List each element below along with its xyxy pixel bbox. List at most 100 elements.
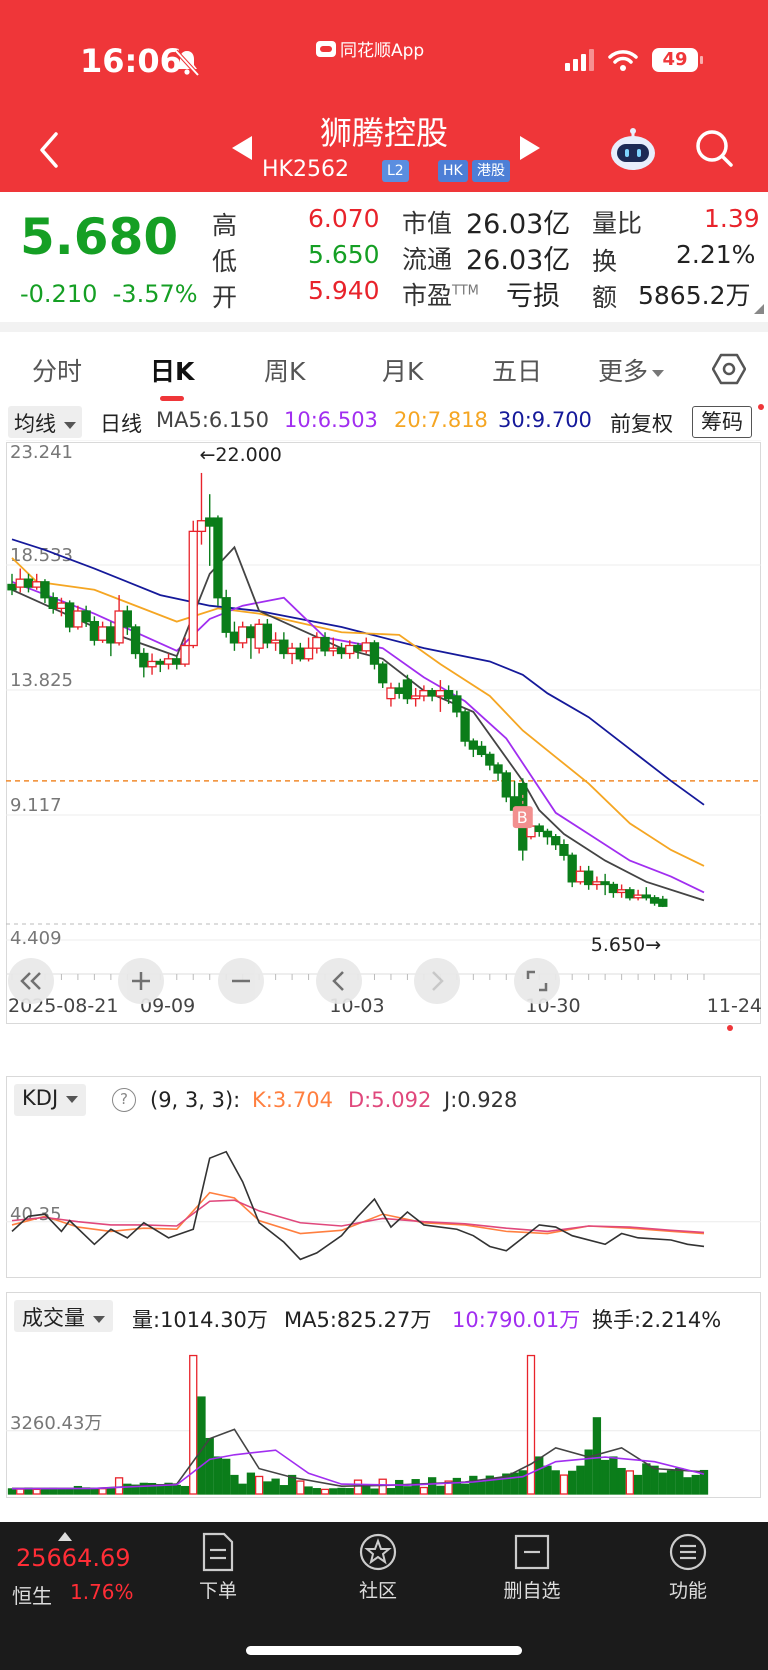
signal-icon — [565, 49, 594, 71]
volume-bar — [395, 1479, 404, 1495]
volume-bar — [469, 1475, 478, 1495]
robot-assistant-icon[interactable] — [608, 128, 658, 172]
price-change: -0.210 -3.57% — [20, 280, 198, 308]
tab-monthly-k[interactable]: 月K — [382, 352, 423, 388]
indicator-select[interactable]: 均线 — [8, 406, 82, 438]
tab-daily-k[interactable]: 日K — [150, 352, 194, 388]
next-button[interactable] — [414, 958, 460, 1004]
volume-bar — [40, 1488, 50, 1495]
candle — [542, 830, 553, 838]
candle — [254, 623, 264, 649]
ma20-label: 20:7.818 — [394, 408, 488, 432]
zoom-in-button[interactable] — [118, 958, 164, 1004]
y-tick-label: 4.409 — [10, 928, 62, 949]
chips-button[interactable]: 筹码 — [692, 406, 752, 438]
turnover-rate-label: 换手:2.214% — [592, 1308, 722, 1332]
volume-bar — [650, 1465, 659, 1495]
nav-community[interactable]: 社区 — [328, 1532, 428, 1603]
zoom-out-button[interactable] — [218, 958, 264, 1004]
kdj-chart[interactable]: 40.35 — [0, 1120, 768, 1278]
candle — [592, 881, 602, 886]
fullscreen-button[interactable] — [514, 958, 560, 1004]
volume-ma5-label: MA5:825.27万 — [284, 1308, 432, 1332]
volume-bar — [452, 1477, 462, 1495]
candle — [493, 764, 503, 774]
candle — [73, 610, 83, 628]
candle — [402, 679, 413, 700]
candle — [7, 583, 17, 591]
candle — [641, 894, 651, 899]
candle — [567, 854, 577, 883]
tab-five-day[interactable]: 五日 — [492, 352, 542, 388]
candle — [419, 690, 429, 697]
chart-settings-icon[interactable] — [712, 352, 746, 386]
bell-muted-icon — [174, 49, 200, 76]
buy-marker-label: B — [517, 808, 528, 827]
volume-bar — [642, 1463, 651, 1495]
volume-bar — [543, 1465, 552, 1495]
tag-l2: L2 — [382, 160, 409, 182]
nav-remove-watchlist[interactable]: 删自选 — [482, 1532, 582, 1603]
kdj-k-line — [11, 1191, 705, 1235]
volume-bar — [493, 1477, 503, 1495]
volume-bar — [213, 1456, 223, 1495]
candle — [427, 690, 437, 697]
volume-bar — [510, 1472, 519, 1495]
kdj-j-line — [11, 1150, 705, 1261]
ma5-line — [11, 545, 705, 902]
volume-bar — [666, 1470, 676, 1495]
next-stock-icon[interactable] — [520, 136, 540, 160]
remove-watchlist-icon — [514, 1534, 550, 1570]
volume-bar — [337, 1487, 346, 1495]
status-time: 16:06 — [80, 42, 182, 80]
candle — [32, 581, 42, 588]
candle — [600, 881, 610, 886]
volume-ma10-label: 10:790.01万 — [452, 1308, 581, 1332]
nav-order[interactable]: 下单 — [168, 1532, 268, 1603]
volume-select[interactable]: 成交量 — [14, 1300, 113, 1332]
candle — [188, 530, 198, 647]
candle — [295, 647, 305, 660]
plus-icon — [132, 972, 150, 990]
expand-corner-icon[interactable] — [754, 304, 764, 314]
tab-more[interactable]: 更多 — [598, 352, 665, 388]
tab-intraday[interactable]: 分时 — [32, 352, 82, 388]
candle — [345, 644, 355, 655]
candle — [476, 745, 487, 756]
search-icon[interactable] — [694, 128, 734, 168]
candle — [452, 695, 462, 713]
x-tick-label: 11-24 — [707, 995, 762, 1017]
volume-bar — [222, 1458, 231, 1495]
help-icon[interactable]: ? — [112, 1088, 136, 1112]
adjust-mode[interactable]: 前复权 — [610, 408, 673, 438]
kdj-select[interactable]: KDJ — [14, 1084, 87, 1116]
kline-chart[interactable]: 23.24118.53313.8259.1174.409←22.0005.650… — [0, 440, 768, 1060]
app-badge[interactable]: 同花顺App — [316, 36, 424, 61]
candle — [633, 894, 643, 899]
candle — [262, 623, 273, 644]
tag-hk-stock: 港股 — [472, 160, 510, 182]
period-label: 日线 — [100, 412, 142, 436]
pe-label: 市盈TTM — [402, 281, 479, 310]
nav-functions[interactable]: 功能 — [638, 1532, 738, 1603]
candle — [303, 647, 314, 660]
volume-chart[interactable]: 3260.43万 — [0, 1334, 768, 1498]
prev-button[interactable] — [316, 958, 362, 1004]
last-price: 5.680 — [20, 208, 179, 266]
rewind-button[interactable] — [8, 958, 54, 1004]
volume-bar — [254, 1475, 264, 1495]
divider — [0, 322, 768, 332]
candle — [40, 581, 50, 599]
candle — [312, 636, 322, 649]
app-logo-icon — [316, 40, 336, 57]
chevron-down-icon — [652, 369, 665, 377]
candle — [213, 517, 223, 599]
kdj-k-label: K:3.704 — [252, 1088, 333, 1112]
volume-bar — [609, 1456, 618, 1495]
tab-weekly-k[interactable]: 周K — [264, 352, 305, 388]
candle — [155, 660, 165, 665]
volume-bar — [180, 1485, 190, 1495]
chevron-right-icon — [432, 971, 444, 991]
volume-bar — [57, 1488, 66, 1495]
minus-icon — [232, 979, 250, 983]
